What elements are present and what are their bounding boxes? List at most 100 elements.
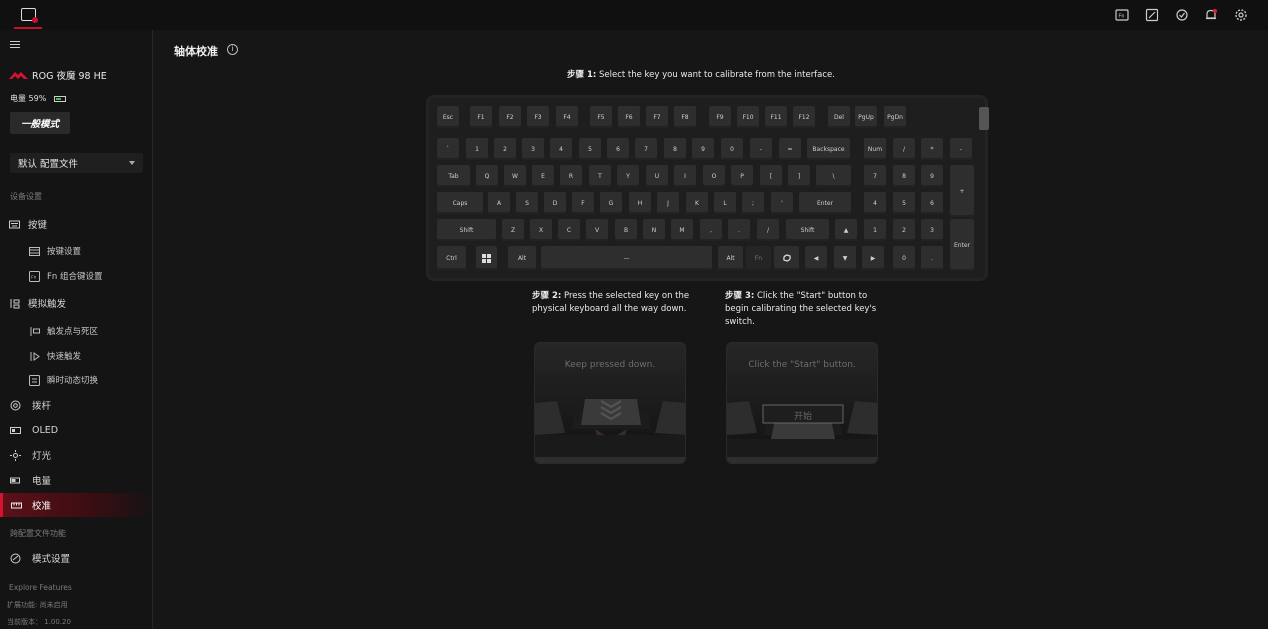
key-p[interactable]: P <box>731 165 753 187</box>
settings-gear-icon[interactable] <box>1234 8 1248 22</box>
key-m[interactable]: M <box>671 219 693 241</box>
key-0[interactable]: 0 <box>721 138 743 160</box>
sidebar-item-actuation-deadzone[interactable]: 触发点与死区 <box>0 320 152 342</box>
key-sym-5-8[interactable]: ▼ <box>834 246 856 270</box>
key-v[interactable]: V <box>586 219 608 241</box>
key-n[interactable]: N <box>643 219 665 241</box>
key-e[interactable]: E <box>532 165 554 187</box>
key-6[interactable]: 6 <box>607 138 629 160</box>
key-fn[interactable]: Fn <box>746 246 771 270</box>
key-sym-1-12[interactable]: = <box>779 138 801 160</box>
key-num[interactable]: Num <box>864 138 886 160</box>
key-j[interactable]: J <box>657 192 679 214</box>
key-7[interactable]: 7 <box>864 165 886 187</box>
key-x[interactable]: X <box>530 219 552 241</box>
key-sym-1-0[interactable]: ` <box>437 138 459 160</box>
key-2[interactable]: 2 <box>893 219 915 241</box>
key-shift[interactable]: Shift <box>437 219 496 241</box>
key-sym-1-11[interactable]: - <box>750 138 772 160</box>
hamburger-menu-icon[interactable] <box>10 41 20 49</box>
sidebar-item-calibration[interactable]: 校准 <box>0 493 152 517</box>
key-4[interactable]: 4 <box>550 138 572 160</box>
key-r[interactable]: R <box>560 165 582 187</box>
key-f[interactable]: F <box>572 192 594 214</box>
key-9[interactable]: 9 <box>692 138 714 160</box>
key-sym-1-16[interactable]: * <box>921 138 943 160</box>
key-8[interactable]: 8 <box>664 138 686 160</box>
key-f3[interactable]: F3 <box>527 106 549 128</box>
key-6[interactable]: 6 <box>921 192 943 214</box>
key-4[interactable]: 4 <box>864 192 886 214</box>
key-y[interactable]: Y <box>617 165 639 187</box>
sidebar-item-rapid-trigger[interactable]: 快速触发 <box>0 345 152 367</box>
key-k[interactable]: K <box>686 192 708 214</box>
key-enter[interactable]: Enter <box>950 219 974 271</box>
key-caps[interactable]: Caps <box>437 192 483 214</box>
sidebar-item-joystick[interactable]: 拨杆 <box>0 394 152 416</box>
key-f10[interactable]: F10 <box>737 106 759 128</box>
key-f7[interactable]: F7 <box>646 106 668 128</box>
sidebar-item-keys[interactable]: 按键 <box>0 213 152 235</box>
key-f8[interactable]: F8 <box>674 106 696 128</box>
key-7[interactable]: 7 <box>635 138 657 160</box>
key-sym-4-9[interactable]: . <box>728 219 750 241</box>
key-1[interactable]: 1 <box>466 138 488 160</box>
key-h[interactable]: H <box>629 192 651 214</box>
key-esc[interactable]: Esc <box>437 106 459 128</box>
key-sym-5-11[interactable]: . <box>921 246 943 270</box>
key-sym-5-7[interactable]: ◀ <box>805 246 827 270</box>
key-d[interactable]: D <box>544 192 566 214</box>
key-f9[interactable]: F9 <box>709 106 731 128</box>
key-f4[interactable]: F4 <box>556 106 578 128</box>
key-sym-3-10[interactable]: ; <box>742 192 764 214</box>
key-pgdn[interactable]: PgDn <box>884 106 906 128</box>
key-sym-1-17[interactable]: - <box>950 138 972 160</box>
key-t[interactable]: T <box>589 165 611 187</box>
key-5[interactable]: 5 <box>893 192 915 214</box>
sidebar-item-fn-combo[interactable]: Fn Fn 组合键设置 <box>0 265 152 287</box>
key-2[interactable]: 2 <box>494 138 516 160</box>
key-3[interactable]: 3 <box>522 138 544 160</box>
key-c[interactable]: C <box>558 219 580 241</box>
key-8[interactable]: 8 <box>893 165 915 187</box>
key-alt[interactable]: Alt <box>508 246 536 270</box>
key-f2[interactable]: F2 <box>499 106 521 128</box>
mode-button[interactable]: 一般模式 <box>10 112 70 134</box>
sidebar-item-key-settings[interactable]: 按键设置 <box>0 240 152 262</box>
key-u[interactable]: U <box>646 165 668 187</box>
key-5[interactable]: 5 <box>579 138 601 160</box>
key-sym-4-8[interactable]: , <box>700 219 722 241</box>
key-9[interactable]: 9 <box>921 165 943 187</box>
key-sym-1-15[interactable]: / <box>893 138 915 160</box>
key-0[interactable]: 0 <box>893 246 915 270</box>
info-icon[interactable]: i <box>227 44 238 55</box>
key-f1[interactable]: F1 <box>470 106 492 128</box>
profile-select[interactable]: 默认 配置文件 <box>10 153 143 173</box>
key-sym-2-17[interactable]: + <box>950 165 974 217</box>
key-sym-5-3[interactable]: — <box>541 246 712 270</box>
key-i[interactable]: I <box>674 165 696 187</box>
key-pgup[interactable]: PgUp <box>855 106 877 128</box>
key-sym-5-9[interactable]: ▶ <box>862 246 884 270</box>
key-sym-2-12[interactable]: ] <box>788 165 810 187</box>
key-sym-2-13[interactable]: \ <box>816 165 851 187</box>
armoury-crate-logo-icon[interactable] <box>14 2 42 29</box>
key-w[interactable]: W <box>504 165 526 187</box>
key-del[interactable]: Del <box>828 106 850 128</box>
key-copilot[interactable] <box>774 246 799 270</box>
key-g[interactable]: G <box>600 192 622 214</box>
image-edit-icon[interactable] <box>1145 8 1159 22</box>
sidebar-item-analog-trigger[interactable]: 模拟触发 <box>0 292 152 314</box>
key-shift[interactable]: Shift <box>786 219 829 241</box>
key-enter[interactable]: Enter <box>799 192 851 214</box>
keyboard-scrollbar[interactable] <box>979 107 989 130</box>
sidebar-item-lighting[interactable]: 灯光 <box>0 444 152 466</box>
key-sym-4-12[interactable]: ▲ <box>835 219 857 241</box>
sidebar-item-oled[interactable]: OLED <box>0 419 152 441</box>
key-win[interactable] <box>476 246 497 270</box>
key-f11[interactable]: F11 <box>765 106 787 128</box>
key-a[interactable]: A <box>488 192 510 214</box>
sync-icon[interactable] <box>1175 8 1189 22</box>
key-q[interactable]: Q <box>476 165 498 187</box>
key-sym-2-11[interactable]: [ <box>760 165 782 187</box>
